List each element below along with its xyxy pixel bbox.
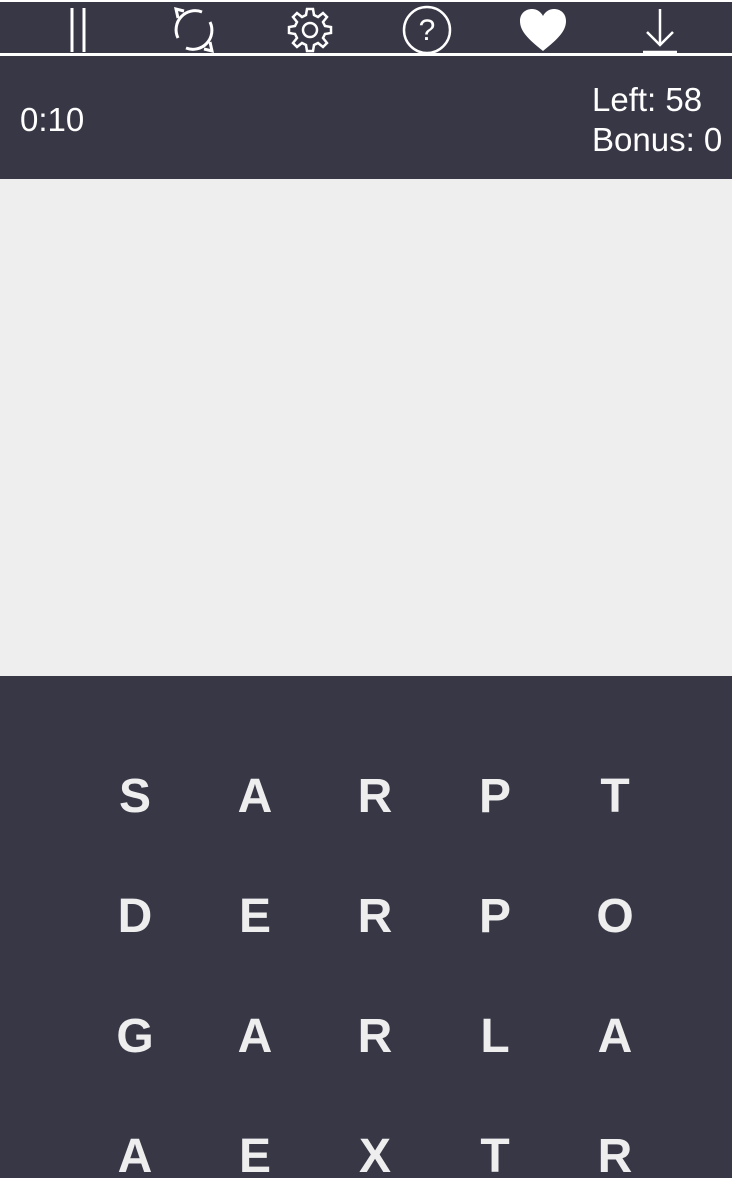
letter-tile[interactable]: S bbox=[85, 756, 185, 836]
letter-tile[interactable]: D bbox=[85, 876, 185, 956]
download-icon bbox=[643, 9, 677, 54]
letter-tile[interactable]: P bbox=[445, 756, 545, 836]
favorite-button[interactable] bbox=[515, 4, 571, 56]
letter-tile[interactable]: A bbox=[205, 996, 305, 1076]
heart-icon bbox=[520, 9, 566, 51]
letter-tile[interactable]: X bbox=[325, 1116, 425, 1178]
help-button[interactable]: ? bbox=[399, 4, 455, 56]
timer: 0:10 bbox=[20, 101, 85, 138]
toolbar: ? bbox=[0, 0, 732, 56]
letter-tile[interactable]: E bbox=[205, 1116, 305, 1178]
letter-tile[interactable]: A bbox=[565, 996, 665, 1076]
settings-icon bbox=[287, 7, 333, 53]
letter-tile[interactable]: E bbox=[205, 876, 305, 956]
letter-tile[interactable]: O bbox=[565, 876, 665, 956]
pause-icon bbox=[70, 8, 86, 52]
letter-tile[interactable]: T bbox=[445, 1116, 545, 1178]
letter-tile[interactable]: R bbox=[325, 996, 425, 1076]
letter-tile[interactable]: A bbox=[85, 1116, 185, 1178]
svg-text:?: ? bbox=[419, 14, 436, 47]
letter-tile[interactable]: R bbox=[325, 756, 425, 836]
settings-button[interactable] bbox=[282, 4, 338, 56]
restart-icon bbox=[174, 6, 214, 54]
letter-tile[interactable]: T bbox=[565, 756, 665, 836]
status-bar: 0:10 Left: 58 Bonus: 0 bbox=[0, 60, 732, 179]
letter-tile[interactable]: R bbox=[325, 876, 425, 956]
restart-button[interactable] bbox=[166, 4, 222, 56]
letter-board: S A R P T D E R P O G A R L A A E X T R bbox=[0, 676, 732, 1178]
help-icon: ? bbox=[402, 5, 452, 55]
letter-tile[interactable]: P bbox=[445, 876, 545, 956]
letter-tile[interactable]: G bbox=[85, 996, 185, 1076]
words-left: Left: 58 bbox=[592, 81, 703, 118]
download-button[interactable] bbox=[632, 4, 688, 56]
letter-tile[interactable]: R bbox=[565, 1116, 665, 1178]
bonus-count: Bonus: 0 bbox=[592, 121, 723, 158]
letter-tile[interactable]: A bbox=[205, 756, 305, 836]
pause-button[interactable] bbox=[49, 4, 105, 56]
found-words-area bbox=[0, 179, 732, 676]
counters: Left: 58 Bonus: 0 bbox=[592, 80, 722, 160]
letter-tile[interactable]: L bbox=[445, 996, 545, 1076]
